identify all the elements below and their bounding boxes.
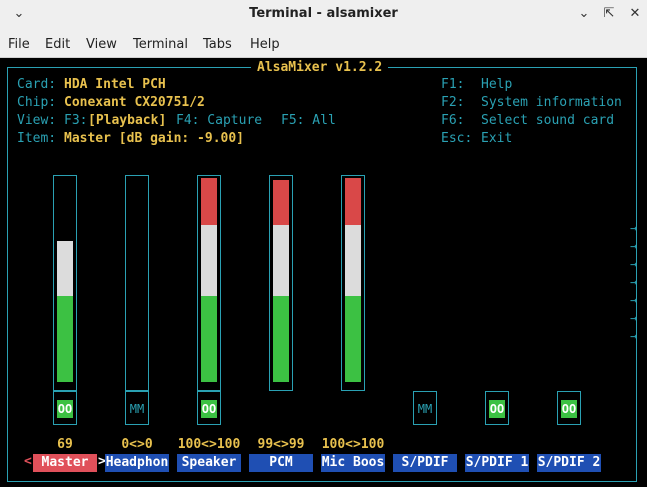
arrow-right-icon: → — [630, 239, 638, 253]
arrow-right-icon: → — [630, 257, 638, 271]
mute-toggle[interactable]: OO — [53, 391, 77, 425]
mute-state: OO — [561, 400, 577, 418]
item-label: Item: — [17, 131, 57, 146]
slider-fill-white — [273, 224, 289, 297]
chip-value: Conexant CX20751/2 — [64, 95, 205, 110]
volume-slider[interactable] — [269, 175, 293, 391]
control-label[interactable]: PCM — [249, 454, 313, 472]
help-text-esc: Exit — [481, 131, 513, 146]
terminal-area[interactable]: AlsaMixer v1.2.2 Card: HDA Intel PCH Chi… — [0, 58, 647, 487]
item-value: Master [dB gain: -9.00] — [64, 131, 245, 146]
help-key-esc: Esc: — [441, 131, 473, 146]
card-label: Card: — [17, 77, 57, 92]
chip-label: Chip: — [17, 95, 57, 110]
slider-fill-white — [57, 241, 73, 297]
control-label[interactable]: S/PDIF 2 — [537, 454, 601, 472]
mute-toggle[interactable]: MM — [413, 391, 437, 425]
control-label[interactable]: Mic Boos — [321, 454, 385, 472]
mixer-title: AlsaMixer v1.2.2 — [251, 60, 389, 76]
slider-fill-green — [57, 296, 73, 382]
help-key-f2: F2: — [441, 95, 465, 110]
slider-fill-green — [201, 296, 217, 382]
volume-value: 100<>100 — [177, 437, 241, 452]
mixer-frame — [7, 67, 637, 482]
slider-fill-green — [345, 296, 361, 382]
arrow-right-icon: → — [630, 311, 638, 325]
view-f5[interactable]: F5: All — [281, 113, 336, 129]
menu-view[interactable]: View — [86, 37, 117, 52]
menu-tabs[interactable]: Tabs — [203, 37, 232, 52]
control-label[interactable]: S/PDIF — [393, 454, 457, 472]
mute-toggle[interactable]: OO — [557, 391, 581, 425]
mute-state: OO — [489, 400, 505, 418]
slider-fill-red — [201, 178, 217, 225]
volume-value: 0<>0 — [121, 437, 153, 452]
selected-left-marker: < — [24, 454, 32, 469]
volume-slider[interactable] — [197, 175, 221, 391]
slider-fill-red — [273, 180, 289, 225]
menu-terminal[interactable]: Terminal — [133, 37, 188, 52]
volume-value: 100<>100 — [321, 437, 385, 452]
help-key-f6: F6: — [441, 113, 465, 128]
mute-state: OO — [201, 400, 217, 418]
slider-fill-white — [345, 224, 361, 297]
menu-file[interactable]: File — [8, 37, 30, 52]
volume-slider[interactable] — [125, 175, 149, 391]
title-bar: ⌄ Terminal - alsamixer ⌄ ⇱ ✕ — [0, 0, 647, 30]
volume-slider[interactable] — [341, 175, 365, 391]
control-label[interactable]: S/PDIF 1 — [465, 454, 529, 472]
mute-toggle[interactable]: OO — [197, 391, 221, 425]
minimize-icon[interactable]: ⌄ — [573, 4, 595, 24]
slider-fill-red — [345, 178, 361, 225]
menu-edit[interactable]: Edit — [45, 37, 70, 52]
control-label[interactable]: Headphon — [105, 454, 169, 472]
control-label[interactable]: Speaker — [177, 454, 241, 472]
mute-state: OO — [57, 400, 73, 418]
menu-bar: File Edit View Terminal Tabs Help — [0, 30, 647, 58]
arrow-right-icon: → — [630, 221, 638, 235]
window-title: Terminal - alsamixer — [249, 6, 398, 21]
mute-toggle[interactable]: OO — [485, 391, 509, 425]
volume-value: 99<>99 — [257, 437, 305, 452]
volume-value: 69 — [57, 437, 73, 452]
arrow-right-icon: → — [630, 275, 638, 289]
slider-fill-white — [201, 224, 217, 297]
view-label: View: — [17, 113, 57, 128]
maximize-icon[interactable]: ⇱ — [598, 4, 620, 24]
volume-slider[interactable] — [53, 175, 77, 391]
menu-help[interactable]: Help — [250, 37, 280, 52]
help-text-f2: System information — [481, 95, 622, 110]
help-key-f1: F1: — [441, 77, 465, 92]
mute-toggle[interactable]: MM — [125, 391, 149, 425]
close-icon[interactable]: ✕ — [624, 4, 646, 24]
slider-fill-green — [273, 296, 289, 382]
help-text-f6: Select sound card — [481, 113, 615, 128]
card-value: HDA Intel PCH — [64, 77, 166, 92]
view-f3: F3: — [64, 113, 88, 128]
mute-state: MM — [129, 402, 145, 416]
arrow-right-icon: → — [630, 293, 638, 307]
arrow-right-icon: → — [630, 329, 638, 343]
control-label[interactable]: Master — [33, 454, 97, 472]
mute-state: MM — [417, 402, 433, 416]
view-playback[interactable]: [Playback] — [88, 113, 166, 129]
view-f4[interactable]: F4: Capture — [176, 113, 262, 129]
help-text-f1: Help — [481, 77, 513, 92]
